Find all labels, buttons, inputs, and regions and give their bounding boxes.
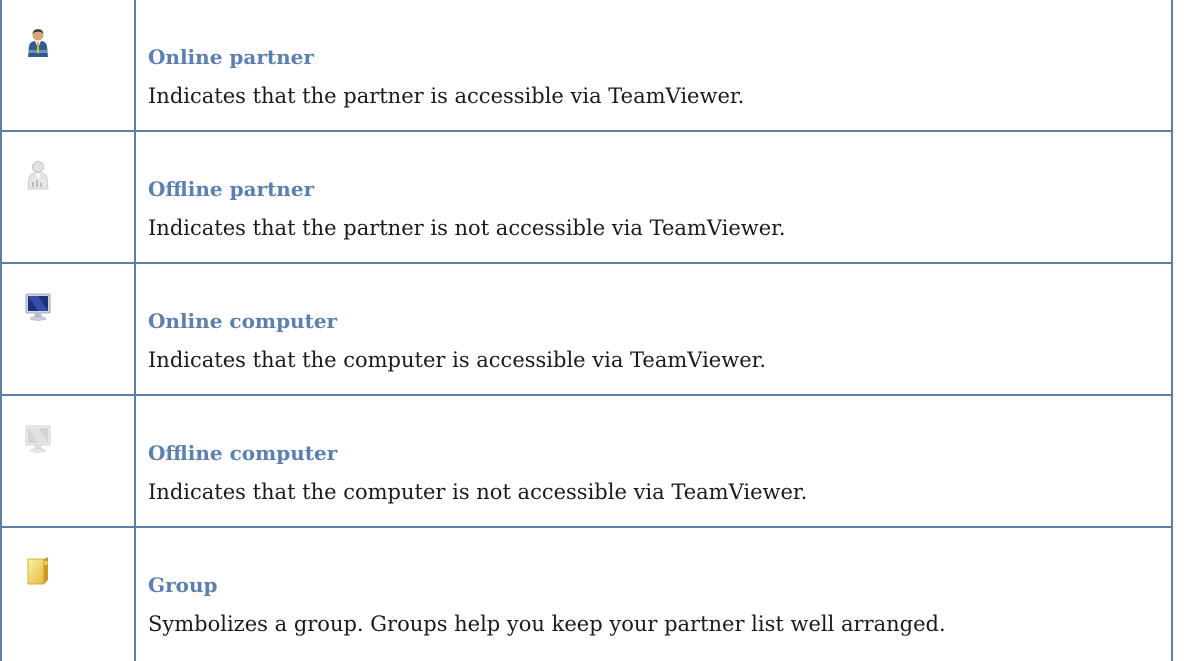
legend-title: Group xyxy=(148,573,218,597)
icon-legend-table: Online partner Indicates that the partne… xyxy=(0,0,1173,661)
legend-description: Symbolizes a group. Groups help you keep… xyxy=(148,612,946,636)
legend-row-offline-partner: Offline partner Indicates that the partn… xyxy=(2,132,1171,264)
legend-row-online-partner: Online partner Indicates that the partne… xyxy=(2,0,1171,132)
online-computer-icon xyxy=(24,292,52,322)
legend-description: Indicates that the computer is accessibl… xyxy=(148,348,767,372)
group-folder-icon xyxy=(24,556,52,586)
legend-title: Online computer xyxy=(148,309,338,333)
legend-description: Indicates that the partner is not access… xyxy=(148,216,786,240)
offline-partner-icon xyxy=(24,160,52,190)
legend-row-offline-computer: Offline computer Indicates that the comp… xyxy=(2,396,1171,528)
legend-description: Indicates that the partner is accessible… xyxy=(148,84,745,108)
legend-row-online-computer: Online computer Indicates that the compu… xyxy=(2,264,1171,396)
legend-description: Indicates that the computer is not acces… xyxy=(148,480,808,504)
column-divider xyxy=(134,132,136,262)
legend-title: Online partner xyxy=(148,45,314,69)
column-divider xyxy=(134,528,136,661)
legend-row-group: Group Symbolizes a group. Groups help yo… xyxy=(2,528,1171,661)
legend-title: Offline partner xyxy=(148,177,315,201)
column-divider xyxy=(134,0,136,130)
online-partner-icon xyxy=(24,28,52,58)
legend-title: Offline computer xyxy=(148,441,338,465)
column-divider xyxy=(134,396,136,526)
column-divider xyxy=(134,264,136,394)
offline-computer-icon xyxy=(24,424,52,454)
